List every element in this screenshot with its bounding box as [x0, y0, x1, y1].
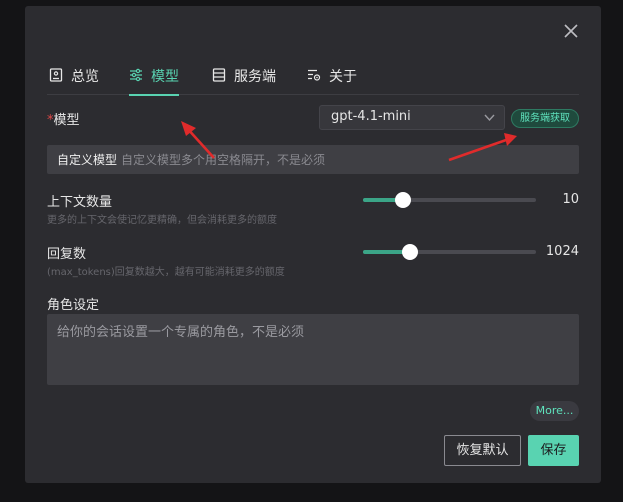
- fetch-models-button[interactable]: 服务端获取: [511, 109, 579, 128]
- context-count-slider[interactable]: [363, 192, 536, 208]
- model-label: *模型: [47, 109, 80, 128]
- chevron-down-icon: [484, 114, 495, 122]
- max-tokens-value: 1024: [545, 244, 579, 259]
- more-button[interactable]: More...: [530, 401, 579, 421]
- max-tokens-hint: (max_tokens)回复数越大，越有可能消耗更多的额度: [47, 267, 285, 278]
- settings-list-icon: [308, 69, 321, 81]
- role-label: 角色设定: [47, 298, 100, 313]
- model-select-value: gpt-4.1-mini: [331, 109, 411, 124]
- sliders-icon: [130, 68, 142, 82]
- document-icon: [49, 68, 63, 82]
- role-textarea[interactable]: 给你的会话设置一个专属的角色，不是必须: [47, 314, 579, 385]
- settings-dialog: 总览 模型 服务端 关于 *模型 gpt-4.1-mini 服务端获取 自定义模…: [25, 6, 601, 483]
- custom-model-placeholder: 自定义模型多个用空格隔开，不是必须: [121, 153, 326, 167]
- tab-about-label: 关于: [329, 69, 357, 85]
- custom-model-label: 自定义模型: [57, 153, 118, 167]
- context-count-hint: 更多的上下文会使记忆更精确，但会消耗更多的额度: [47, 215, 277, 226]
- model-label-text: 模型: [53, 113, 80, 128]
- max-tokens-slider[interactable]: [363, 244, 536, 260]
- server-icon: [212, 68, 226, 82]
- context-count-slider-thumb[interactable]: [395, 192, 411, 208]
- tab-model[interactable]: 模型: [129, 62, 179, 96]
- tab-overview[interactable]: 总览: [49, 62, 99, 95]
- custom-model-input[interactable]: 自定义模型 自定义模型多个用空格隔开，不是必须: [47, 145, 579, 174]
- context-count-value: 10: [562, 192, 579, 207]
- tab-overview-label: 总览: [71, 69, 99, 85]
- max-tokens-slider-thumb[interactable]: [402, 244, 418, 260]
- close-icon[interactable]: [562, 22, 580, 40]
- max-tokens-label: 回复数: [47, 247, 87, 262]
- tab-model-label: 模型: [151, 69, 179, 85]
- reset-defaults-button[interactable]: 恢复默认: [444, 435, 521, 466]
- context-count-label: 上下文数量: [47, 195, 113, 210]
- tab-server-label: 服务端: [234, 69, 276, 85]
- tab-server[interactable]: 服务端: [212, 62, 276, 95]
- settings-tabs: 总览 模型 服务端 关于: [47, 62, 579, 96]
- role-placeholder: 给你的会话设置一个专属的角色，不是必须: [57, 325, 305, 340]
- save-button[interactable]: 保存: [528, 435, 579, 466]
- tab-about[interactable]: 关于: [307, 62, 357, 95]
- model-select[interactable]: gpt-4.1-mini: [319, 105, 505, 130]
